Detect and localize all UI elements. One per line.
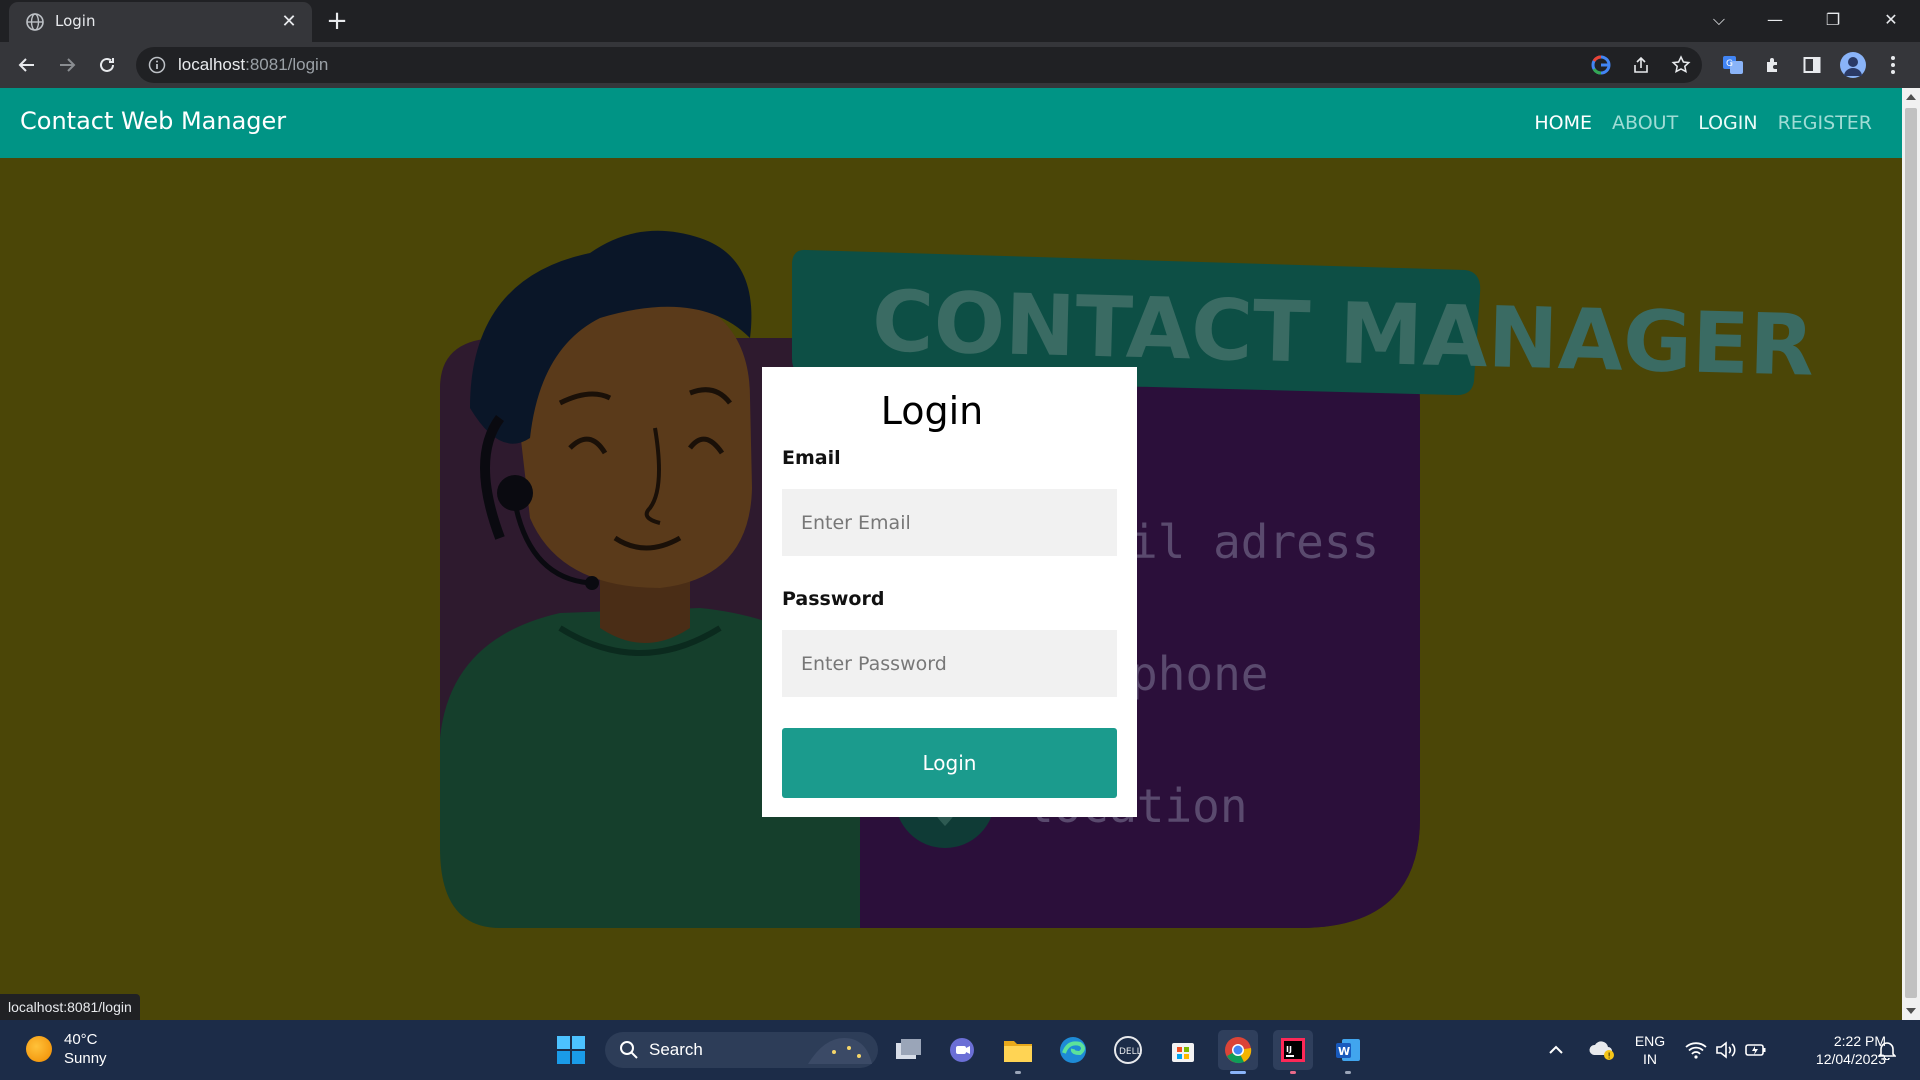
new-tab-button[interactable]: + [323,8,351,36]
scroll-up-arrow-icon[interactable] [1906,94,1916,100]
battery-icon[interactable] [1742,1030,1770,1070]
nav-menu: HOME ABOUT LOGIN REGISTER [1534,112,1872,134]
onedrive-warning-icon[interactable]: ! [1586,1030,1618,1070]
extensions-puzzle-icon[interactable] [1762,54,1784,76]
scrollbar-thumb[interactable] [1905,108,1917,998]
bg-line-email: il adress [1130,515,1379,569]
back-button[interactable] [12,50,42,80]
clock[interactable]: 2:22 PM 12/04/2023 [1780,1032,1886,1068]
dell-app-button[interactable]: DELL [1108,1030,1148,1070]
language-indicator[interactable]: ENG IN [1630,1032,1670,1068]
dell-logo-icon: DELL [1114,1036,1142,1064]
arrow-left-icon [18,58,34,72]
weather-desc: Sunny [64,1050,107,1067]
notification-bell-icon[interactable] [1872,1030,1902,1070]
profile-avatar[interactable] [1840,52,1866,78]
share-icon[interactable] [1630,54,1652,76]
svg-text:G: G [1726,59,1733,69]
more-menu-icon[interactable] [1882,54,1904,76]
reload-button[interactable] [92,50,122,80]
minimize-button[interactable]: — [1752,6,1798,34]
store-icon [1172,1043,1194,1062]
browser-toolbar: localhost:8081/login G [0,42,1920,88]
windows-logo-icon [557,1036,585,1064]
svg-text:W: W [1338,1045,1350,1058]
task-view-icon [896,1039,921,1059]
close-window-button[interactable]: ✕ [1868,6,1914,34]
sun-icon [26,1036,52,1062]
close-tab-icon[interactable]: ✕ [278,11,300,33]
search-label: Search [649,1040,703,1059]
word-icon: W [1336,1039,1360,1061]
search-icon [620,1041,638,1059]
nav-register-link[interactable]: REGISTER [1778,112,1872,134]
site-brand[interactable]: Contact Web Manager [20,107,286,135]
nav-home-link[interactable]: HOME [1534,112,1592,134]
translate-icon[interactable]: G [1722,54,1744,76]
weather-temp: 40°C [64,1031,98,1048]
teams-chat-button[interactable] [942,1030,982,1070]
search-highlight-icon [808,1038,872,1064]
restore-button[interactable]: ❐ [1810,6,1856,34]
bg-line-phone: phone [1130,647,1268,701]
svg-text:!: ! [1608,1052,1611,1061]
forward-button[interactable] [52,50,82,80]
edge-browser-button[interactable] [1053,1030,1093,1070]
web-page: CONTACT MANAGER il adress phone location… [0,88,1902,1020]
login-card: Login Email Password Login [762,367,1137,817]
email-label: Email [782,447,841,469]
nav-about-link[interactable]: ABOUT [1612,112,1678,134]
clock-date: 12/04/2023 [1815,1051,1886,1067]
google-icon[interactable] [1590,54,1612,76]
password-field[interactable] [782,630,1117,697]
taskbar-search[interactable]: Search [605,1032,878,1068]
svg-text:DELL: DELL [1119,1047,1142,1057]
browser-tab-login[interactable]: Login ✕ [9,2,312,42]
wifi-icon[interactable] [1682,1030,1710,1070]
login-submit-button[interactable]: Login [782,728,1117,798]
chat-icon [950,1038,974,1062]
site-navbar: Contact Web Manager HOME ABOUT LOGIN REG… [0,88,1902,158]
login-title: Login [880,389,984,433]
intellij-button[interactable]: IJ [1273,1030,1313,1074]
file-explorer-button[interactable] [998,1030,1038,1074]
tab-search-chevron-icon[interactable]: ⌵ [1696,6,1742,34]
chrome-icon [1225,1037,1252,1064]
url-text: localhost:8081/login [178,55,329,74]
tab-title: Login [55,12,96,30]
nav-login-link[interactable]: LOGIN [1698,112,1757,134]
reload-icon [100,57,114,72]
task-view-button[interactable] [888,1030,928,1070]
page-scrollbar[interactable] [1902,88,1920,1020]
info-icon[interactable] [148,56,166,74]
side-panel-icon[interactable] [1801,54,1823,76]
address-bar[interactable]: localhost:8081/login [136,47,1702,83]
clock-time: 2:22 PM [1833,1033,1886,1049]
volume-icon[interactable] [1712,1030,1740,1070]
intellij-icon: IJ [1281,1038,1305,1062]
browser-tabstrip: Login ✕ + ⌵ — ❐ ✕ [0,0,1920,42]
email-field[interactable] [782,489,1117,556]
weather-widget[interactable]: 40°C Sunny [26,1030,107,1068]
show-hidden-icons-chevron-icon[interactable] [1542,1030,1570,1070]
arrow-right-icon [60,58,76,72]
scroll-down-arrow-icon[interactable] [1906,1008,1916,1014]
word-button[interactable]: W [1328,1030,1368,1074]
password-label: Password [782,588,885,610]
folder-icon [1004,1041,1032,1062]
globe-icon [26,13,44,31]
bookmark-star-icon[interactable] [1670,54,1692,76]
svg-text:IJ: IJ [1286,1045,1292,1054]
start-button[interactable] [551,1030,591,1070]
microsoft-store-button[interactable] [1163,1030,1203,1070]
edge-icon [1060,1037,1086,1063]
chrome-button[interactable] [1218,1030,1258,1074]
windows-taskbar: 40°C Sunny Search DELL IJ W ! ENG IN 2:2… [0,1020,1920,1080]
status-bar-link: localhost:8081/login [0,994,140,1020]
